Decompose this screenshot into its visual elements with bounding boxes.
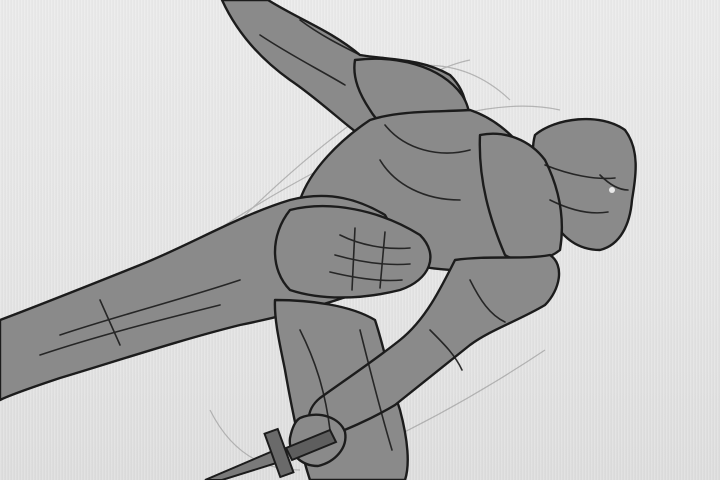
drawing-canvas (0, 0, 720, 480)
eye-highlight (609, 187, 615, 193)
body-fill (0, 0, 637, 480)
figure-sketch (0, 0, 637, 480)
